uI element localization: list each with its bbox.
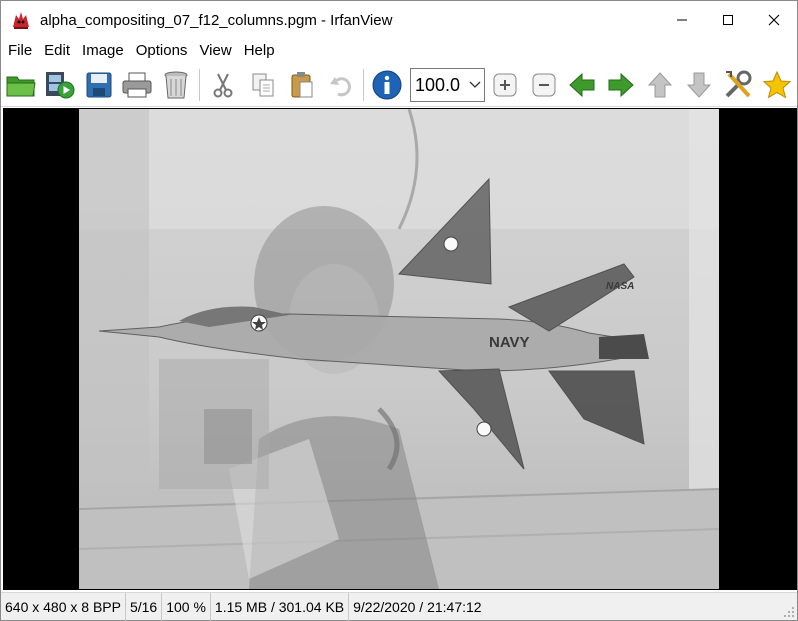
menu-image[interactable]: Image: [76, 39, 130, 63]
zoom-combobox[interactable]: 100.0: [410, 68, 485, 102]
undo-icon: [330, 77, 351, 97]
menu-view[interactable]: View: [193, 39, 237, 63]
slideshow-button[interactable]: [42, 67, 78, 103]
zoom-value: 100.0: [415, 74, 461, 95]
zoom-out-icon: [532, 73, 556, 97]
minimize-icon: [677, 19, 687, 21]
copy-button[interactable]: [245, 67, 281, 103]
menu-edit[interactable]: Edit: [38, 39, 76, 63]
previous-button[interactable]: [564, 67, 600, 103]
up-button[interactable]: [642, 67, 678, 103]
toolbar-separator: [199, 69, 200, 101]
save-icon: [86, 72, 112, 98]
status-datetime: 9/22/2020 / 21:47:12: [353, 598, 482, 615]
close-button[interactable]: [751, 1, 797, 39]
paste-button[interactable]: [284, 67, 320, 103]
window-title: alpha_compositing_07_f12_columns.pgm - I…: [40, 11, 393, 29]
menu-options[interactable]: Options: [130, 39, 194, 63]
status-index: 5/16: [126, 592, 163, 621]
slideshow-icon: [46, 72, 75, 99]
favorites-star-icon: [762, 70, 792, 99]
menu-file[interactable]: File: [2, 39, 38, 63]
cut-icon: [213, 73, 233, 98]
open-button[interactable]: [3, 67, 39, 103]
down-button[interactable]: [681, 67, 717, 103]
zoom-dropdown[interactable]: [467, 69, 483, 101]
resize-grip-icon[interactable]: [783, 606, 795, 618]
toolbar-separator: [363, 69, 364, 101]
print-button[interactable]: [119, 67, 155, 103]
menu-help[interactable]: Help: [238, 39, 281, 63]
zoom-in-button[interactable]: [487, 67, 523, 103]
composited-image: NAVY NASA: [79, 109, 719, 589]
delete-button[interactable]: [158, 67, 194, 103]
zoom-out-button[interactable]: [526, 67, 562, 103]
maximize-icon: [723, 15, 733, 25]
status-zoom: 100 %: [162, 592, 211, 621]
info-icon: [372, 70, 402, 100]
jet-label-navy: NAVY: [489, 334, 530, 351]
chevron-down-icon: [469, 81, 481, 88]
undo-button[interactable]: [323, 67, 359, 103]
open-folder-icon: [6, 76, 36, 97]
status-filesize: 1.15 MB / 301.04 KB: [211, 592, 350, 621]
toolbar: 100.0: [1, 63, 797, 107]
menu-bar: File Edit Image Options View Help: [1, 39, 797, 63]
cut-button[interactable]: [205, 67, 241, 103]
up-arrow-icon: [647, 72, 673, 98]
properties-button[interactable]: [720, 67, 756, 103]
title-bar: alpha_compositing_07_f12_columns.pgm - I…: [1, 1, 797, 39]
save-button[interactable]: [81, 67, 117, 103]
down-arrow-icon: [686, 72, 712, 98]
jet-label-nasa: NASA: [606, 281, 634, 292]
irfanview-window: alpha_compositing_07_f12_columns.pgm - I…: [0, 0, 798, 621]
next-arrow-icon: [608, 72, 634, 98]
status-bar: 640 x 480 x 8 BPP 5/16 100 % 1.15 MB / 3…: [1, 592, 797, 621]
favorites-button[interactable]: [759, 67, 795, 103]
image-viewport[interactable]: NAVY NASA: [3, 108, 797, 590]
status-dimensions: 640 x 480 x 8 BPP: [1, 592, 126, 621]
print-icon: [122, 72, 152, 98]
info-button[interactable]: [369, 67, 405, 103]
close-icon: [768, 14, 780, 26]
maximize-button[interactable]: [705, 1, 751, 39]
minimize-button[interactable]: [659, 1, 705, 39]
zoom-in-icon: [493, 73, 517, 97]
next-button[interactable]: [603, 67, 639, 103]
previous-arrow-icon: [569, 72, 595, 98]
copy-icon: [252, 73, 274, 97]
paste-icon: [291, 72, 313, 98]
irfanview-red-cat-icon: [13, 12, 29, 29]
delete-icon: [164, 71, 188, 99]
properties-tools-icon: [725, 70, 752, 98]
